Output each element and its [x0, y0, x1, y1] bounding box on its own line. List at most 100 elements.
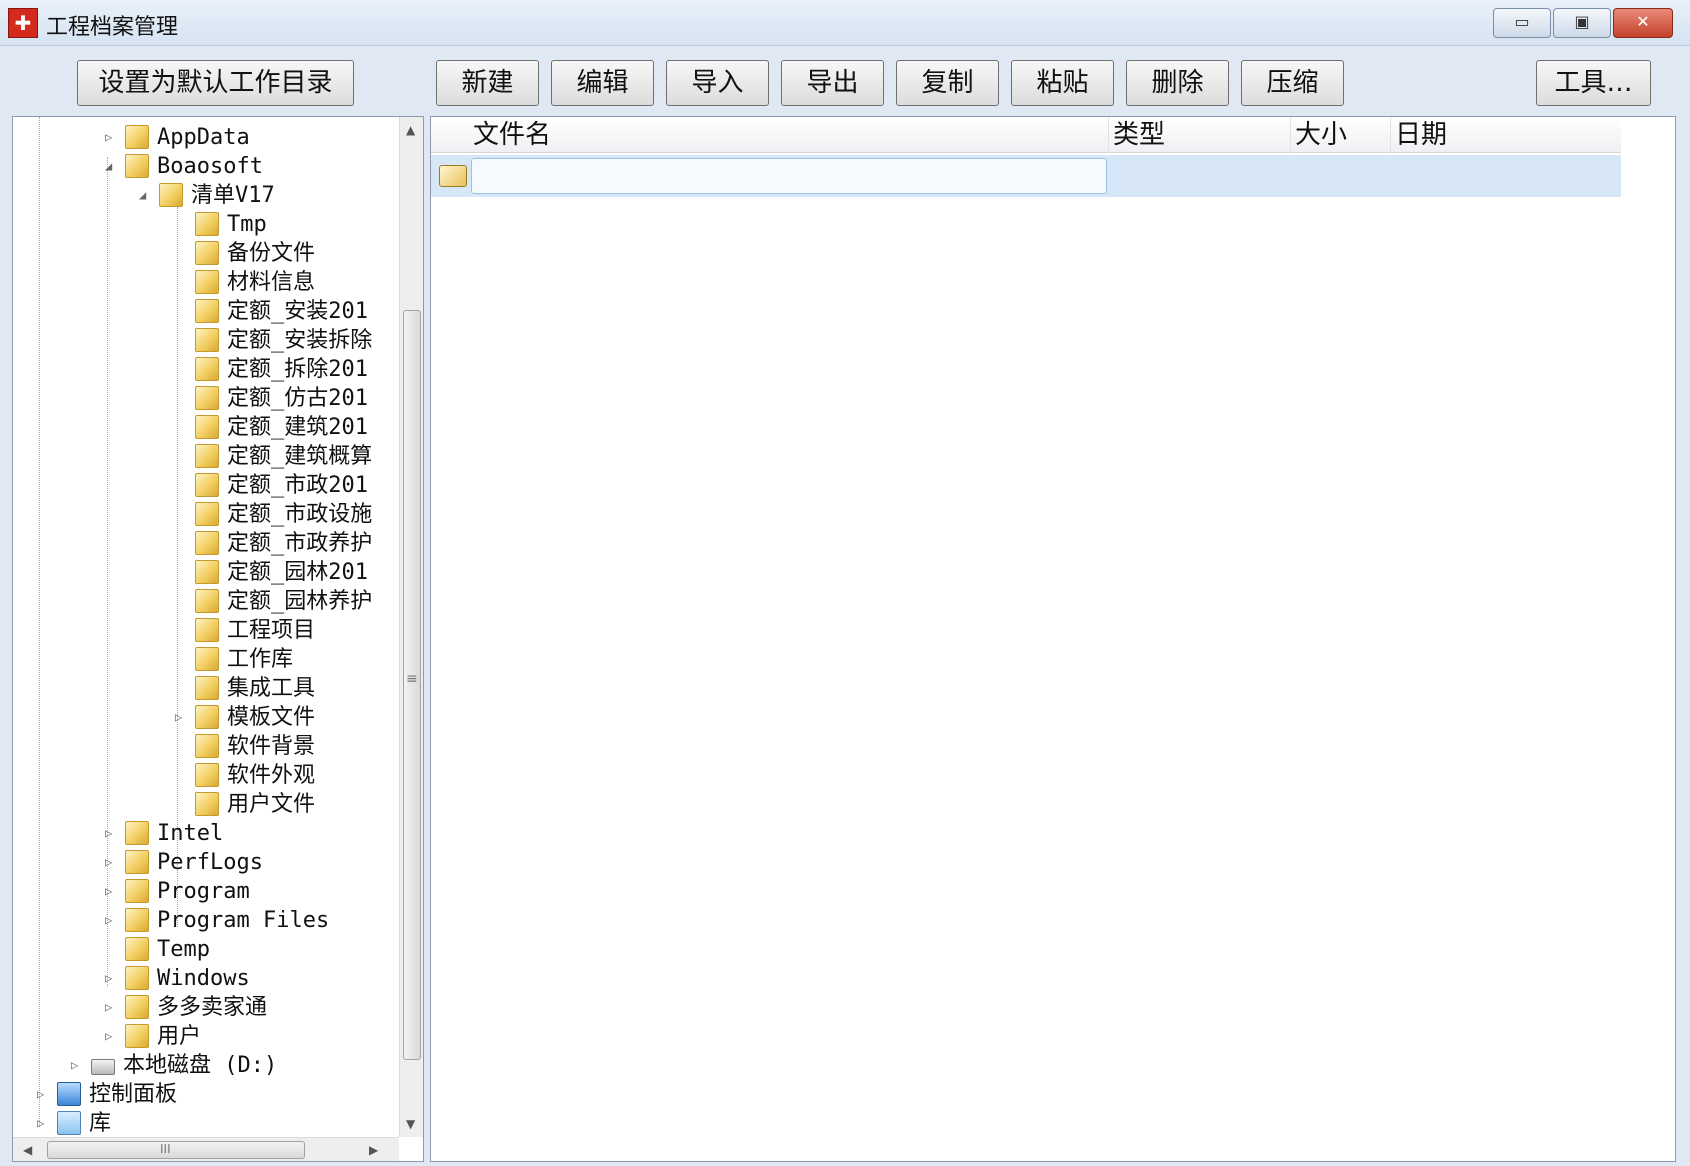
expander-icon[interactable] — [175, 216, 189, 232]
expander-icon[interactable]: ◢ — [139, 187, 153, 203]
window-title: 工程档案管理 — [46, 15, 179, 40]
scroll-thumb[interactable]: ≡ — [403, 310, 421, 1060]
folder-icon — [195, 589, 219, 613]
close-button[interactable]: ✕ — [1613, 8, 1673, 38]
tree-horizontal-scrollbar[interactable]: ◀ III ▶ — [13, 1137, 399, 1161]
scroll-left-icon[interactable]: ◀ — [23, 1143, 32, 1157]
expander-icon[interactable]: ▷ — [37, 1115, 51, 1131]
new-button[interactable]: 新建 — [436, 60, 539, 106]
expander-icon[interactable]: ▷ — [71, 1057, 85, 1073]
expander-icon[interactable]: ▷ — [37, 1086, 51, 1102]
tools-button[interactable]: 工具… — [1536, 60, 1651, 106]
folder-icon — [195, 357, 219, 381]
scroll-down-icon[interactable]: ▼ — [406, 1117, 415, 1131]
expander-icon[interactable] — [175, 593, 189, 609]
folder-icon — [195, 328, 219, 352]
folder-icon — [195, 647, 219, 671]
delete-button[interactable]: 删除 — [1126, 60, 1229, 106]
library-icon — [57, 1111, 81, 1135]
folder-icon — [195, 792, 219, 816]
export-button[interactable]: 导出 — [781, 60, 884, 106]
hscroll-thumb[interactable]: III — [47, 1141, 305, 1159]
folder-icon — [195, 444, 219, 468]
folder-icon — [125, 1024, 149, 1048]
folder-icon — [195, 676, 219, 700]
hgrip-icon: III — [160, 1142, 171, 1156]
edit-button[interactable]: 编辑 — [551, 60, 654, 106]
expander-icon[interactable]: ▷ — [105, 129, 119, 145]
compress-button[interactable]: 压缩 — [1241, 60, 1344, 106]
drive-icon — [91, 1059, 115, 1075]
folder-icon — [195, 241, 219, 265]
expander-icon[interactable]: ▷ — [105, 825, 119, 841]
expander-icon[interactable]: ◢ — [105, 158, 119, 174]
expander-icon[interactable] — [175, 448, 189, 464]
expander-icon[interactable] — [175, 477, 189, 493]
title-bar: ✚ 工程档案管理 ▭ ▣ ✕ — [0, 0, 1690, 46]
column-filename[interactable]: 文件名 — [469, 117, 1109, 153]
folder-icon — [195, 299, 219, 323]
folder-icon — [125, 995, 149, 1019]
folder-icon — [125, 966, 149, 990]
folder-icon — [195, 473, 219, 497]
expander-icon[interactable] — [175, 245, 189, 261]
expander-icon[interactable] — [175, 419, 189, 435]
column-date[interactable]: 日期 — [1391, 117, 1621, 153]
copy-button[interactable]: 复制 — [896, 60, 999, 106]
folder-icon — [125, 125, 149, 149]
folder-icon — [125, 908, 149, 932]
expander-icon[interactable] — [105, 941, 119, 957]
expander-icon[interactable] — [175, 506, 189, 522]
folder-icon — [195, 386, 219, 410]
control-panel-icon — [57, 1082, 81, 1106]
folder-icon — [195, 531, 219, 555]
tree-vertical-scrollbar[interactable]: ▲ ≡ ▼ — [399, 117, 423, 1137]
expander-icon[interactable]: ▷ — [105, 1028, 119, 1044]
expander-icon[interactable] — [175, 767, 189, 783]
expander-icon[interactable] — [175, 738, 189, 754]
folder-tree[interactable]: ▷ AppData ◢ Boaosoft ◢ 清单V17 Tmp 备份文件 材料信息 … — [12, 116, 424, 1162]
folder-icon — [125, 154, 149, 178]
expander-icon[interactable] — [175, 390, 189, 406]
expander-icon[interactable]: ▷ — [105, 854, 119, 870]
expander-icon[interactable] — [175, 274, 189, 290]
app-icon: ✚ — [8, 8, 38, 38]
folder-icon — [195, 734, 219, 758]
expander-icon[interactable] — [175, 361, 189, 377]
expander-icon[interactable]: ▷ — [105, 970, 119, 986]
expander-icon[interactable]: ▷ — [105, 883, 119, 899]
expander-icon[interactable] — [175, 535, 189, 551]
expander-icon[interactable] — [175, 622, 189, 638]
list-header: 文件名 类型 大小 日期 — [431, 117, 1621, 153]
folder-icon — [195, 763, 219, 787]
expander-icon[interactable] — [175, 564, 189, 580]
column-type[interactable]: 类型 — [1109, 117, 1291, 153]
grip-icon: ≡ — [406, 671, 418, 687]
set-default-dir-button[interactable]: 设置为默认工作目录 — [77, 60, 354, 106]
folder-icon — [125, 879, 149, 903]
file-list[interactable]: 文件名 类型 大小 日期 — [430, 116, 1676, 1162]
maximize-button[interactable]: ▣ — [1553, 8, 1611, 38]
folder-icon — [125, 821, 149, 845]
folder-icon — [159, 183, 183, 207]
close-icon: ✕ — [1636, 12, 1650, 31]
expander-icon[interactable] — [175, 680, 189, 696]
folder-icon — [195, 212, 219, 236]
minimize-icon: ▭ — [1514, 12, 1530, 31]
expander-icon[interactable] — [175, 303, 189, 319]
import-button[interactable]: 导入 — [666, 60, 769, 106]
expander-icon[interactable]: ▷ — [105, 912, 119, 928]
expander-icon[interactable] — [175, 332, 189, 348]
scroll-up-icon[interactable]: ▲ — [406, 123, 415, 137]
minimize-button[interactable]: ▭ — [1493, 8, 1551, 38]
expander-icon[interactable]: ▷ — [175, 709, 189, 725]
paste-button[interactable]: 粘贴 — [1011, 60, 1114, 106]
rename-input[interactable] — [471, 158, 1107, 194]
folder-icon — [195, 705, 219, 729]
scroll-right-icon[interactable]: ▶ — [369, 1143, 378, 1157]
expander-icon[interactable] — [175, 796, 189, 812]
expander-icon[interactable]: ▷ — [105, 999, 119, 1015]
list-item[interactable] — [431, 155, 1621, 197]
column-size[interactable]: 大小 — [1291, 117, 1391, 153]
expander-icon[interactable] — [175, 651, 189, 667]
